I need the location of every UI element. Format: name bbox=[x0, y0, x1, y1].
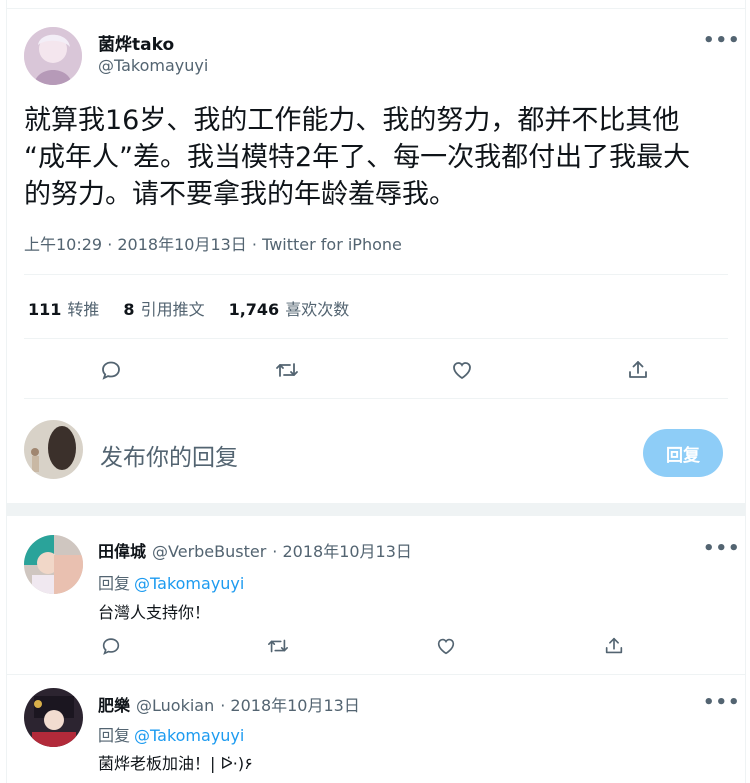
divider bbox=[24, 274, 728, 275]
reply-text: 菌烨老板加油！| ᐅ̇·)۶ bbox=[98, 754, 253, 773]
divider bbox=[6, 674, 746, 675]
tweet-stats: 111 转推 8 引用推文 1,746 喜欢次数 bbox=[28, 296, 349, 320]
replying-to-label: 回复 bbox=[98, 574, 131, 593]
reply-button[interactable]: 回复 bbox=[643, 429, 723, 477]
reply-author-handle[interactable]: @Luokian bbox=[136, 696, 214, 715]
main-author-name[interactable]: 菌烨tako bbox=[98, 30, 174, 55]
avatar-image bbox=[24, 535, 83, 594]
replying-to-mention[interactable]: @Takomayuyi bbox=[134, 726, 244, 745]
reply-icon[interactable] bbox=[97, 356, 125, 384]
quote-count[interactable]: 8 引用推文 bbox=[123, 296, 204, 320]
reply-date[interactable]: · 2018年10月13日 bbox=[220, 696, 360, 715]
reply-icon[interactable] bbox=[97, 632, 125, 660]
reply-author[interactable]: 肥樂 @Luokian · 2018年10月13日 bbox=[98, 692, 360, 716]
heart-icon[interactable] bbox=[448, 356, 476, 384]
top-divider bbox=[6, 8, 746, 9]
tweet-timestamp[interactable]: 上午10:29 · 2018年10月13日 · Twitter for iPho… bbox=[24, 231, 402, 255]
divider bbox=[24, 338, 728, 339]
tweet-text-line: 就算我16岁、我的工作能力、我的努力，都并不比其他 bbox=[24, 105, 680, 136]
section-separator bbox=[6, 503, 746, 516]
reply-text: 台灣人支持你！ bbox=[98, 603, 211, 622]
reply-author-avatar[interactable] bbox=[24, 535, 83, 594]
main-author-handle[interactable]: @Takomayuyi bbox=[98, 56, 208, 75]
reply-author-name[interactable]: 田偉城 bbox=[98, 542, 146, 561]
composer-avatar bbox=[24, 420, 83, 479]
retweet-icon[interactable] bbox=[264, 632, 292, 660]
replying-to: 回复 @Takomayuyi bbox=[98, 722, 244, 746]
reply-author-avatar[interactable] bbox=[24, 688, 83, 747]
retweet-count[interactable]: 111 转推 bbox=[28, 296, 99, 320]
replying-to-label: 回复 bbox=[98, 726, 131, 745]
main-author-avatar[interactable] bbox=[24, 27, 82, 85]
reply-date[interactable]: · 2018年10月13日 bbox=[272, 542, 412, 561]
tweet-text-line: 的努力。请不要拿我的年龄羞辱我。 bbox=[24, 179, 456, 210]
avatar-image bbox=[24, 420, 83, 479]
replying-to-mention[interactable]: @Takomayuyi bbox=[134, 574, 244, 593]
divider bbox=[24, 398, 728, 399]
retweet-icon[interactable] bbox=[273, 356, 301, 384]
reply-input[interactable]: 发布你的回复 bbox=[100, 438, 238, 472]
tweet-text-line: “成年人”差。我当模特2年了、每一次我都付出了我最大 bbox=[24, 142, 691, 173]
reply-author-name[interactable]: 肥樂 bbox=[98, 696, 130, 715]
more-options-icon[interactable]: ••• bbox=[703, 538, 741, 559]
avatar-image bbox=[24, 27, 82, 85]
tweet-text: 就算我16岁、我的工作能力、我的努力，都并不比其他 “成年人”差。我当模特2年了… bbox=[24, 102, 734, 213]
more-options-icon[interactable]: ••• bbox=[703, 30, 741, 51]
share-icon[interactable] bbox=[600, 632, 628, 660]
reply-author-handle[interactable]: @VerbeBuster bbox=[152, 542, 266, 561]
share-icon[interactable] bbox=[624, 356, 652, 384]
more-options-icon[interactable]: ••• bbox=[703, 692, 741, 713]
like-count[interactable]: 1,746 喜欢次数 bbox=[229, 296, 350, 320]
avatar-image bbox=[24, 688, 83, 747]
heart-icon[interactable] bbox=[432, 632, 460, 660]
reply-author[interactable]: 田偉城 @VerbeBuster · 2018年10月13日 bbox=[98, 538, 412, 562]
replying-to: 回复 @Takomayuyi bbox=[98, 570, 244, 594]
